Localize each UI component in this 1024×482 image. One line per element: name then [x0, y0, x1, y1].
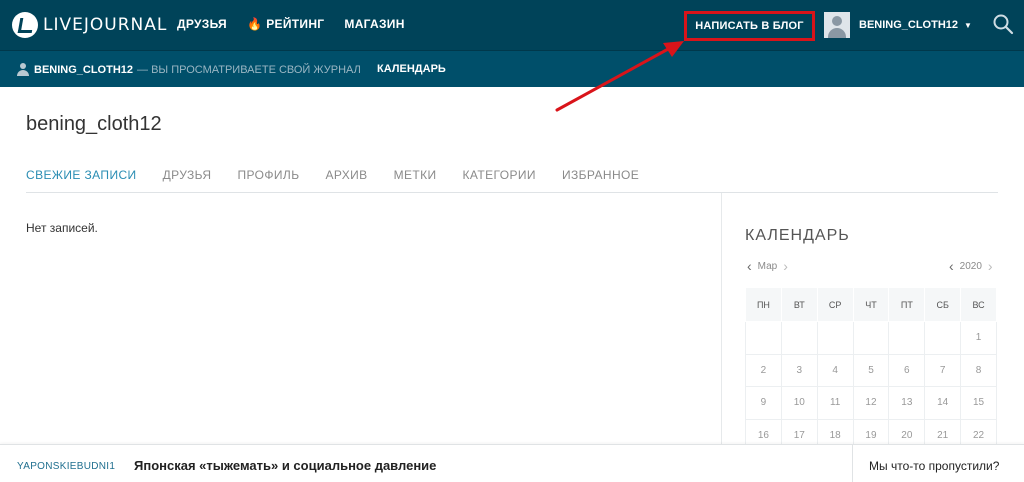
tab-friends[interactable]: ДРУЗЬЯ	[163, 168, 212, 182]
calendar-day: 1	[960, 321, 997, 355]
year-nav: ‹ 2020 ›	[946, 258, 996, 274]
calendar-day: 2	[745, 353, 782, 387]
chevron-left-icon[interactable]: ‹	[747, 258, 752, 274]
calendar-day: 6	[888, 353, 926, 387]
calendar-day: 4	[816, 353, 854, 387]
weekday: ЧТ	[852, 287, 890, 322]
calendar-day: 9	[745, 386, 782, 420]
calendar-day: 11	[816, 386, 854, 420]
chevron-right-icon[interactable]: ›	[988, 258, 993, 274]
weekday: ВС	[960, 287, 997, 322]
calendar-day	[888, 321, 926, 355]
calendar-day: 14	[924, 386, 962, 420]
tab-favorites[interactable]: ИЗБРАННОЕ	[562, 168, 639, 182]
calendar-day: 13	[888, 386, 926, 420]
calendar-day: 7	[924, 353, 962, 387]
calendar-month[interactable]: Мар	[758, 261, 778, 272]
calendar-title: КАЛЕНДАРЬ	[745, 227, 850, 244]
weekday: ПТ	[888, 287, 926, 322]
calendar-day	[852, 321, 890, 355]
tab-categories[interactable]: КАТЕГОРИИ	[463, 168, 536, 182]
weekday-row: ПН ВТ СР ЧТ ПТ СБ ВС	[745, 287, 997, 322]
tab-tags[interactable]: МЕТКИ	[394, 168, 437, 182]
calendar-day: 10	[780, 386, 818, 420]
week-row: 9 10 11 12 13 14 15	[745, 386, 997, 420]
tab-profile[interactable]: ПРОФИЛЬ	[237, 168, 299, 182]
calendar-day: 8	[960, 353, 997, 387]
missed-something-label: Мы что-то пропустили?	[869, 459, 1000, 473]
chevron-right-icon[interactable]: ›	[783, 258, 788, 274]
missed-something-panel[interactable]: Мы что-то пропустили?	[852, 445, 1024, 482]
journal-tabs: СВЕЖИЕ ЗАПИСИ ДРУЗЬЯ ПРОФИЛЬ АРХИВ МЕТКИ…	[26, 168, 639, 182]
sidebar-divider	[721, 193, 722, 453]
weekday: ВТ	[780, 287, 818, 322]
calendar-grid: ПН ВТ СР ЧТ ПТ СБ ВС 1 2 3 4 5 6 7 8 9 1…	[745, 287, 997, 452]
calendar-day	[816, 321, 854, 355]
journal-title: bening_cloth12	[26, 113, 162, 135]
tab-recent-posts[interactable]: СВЕЖИЕ ЗАПИСИ	[26, 168, 137, 182]
week-row: 2 3 4 5 6 7 8	[745, 353, 997, 387]
calendar-day: 12	[852, 386, 890, 420]
recommended-author[interactable]: YAPONSKIEBUDNI1	[17, 461, 115, 472]
calendar-day	[745, 321, 782, 355]
calendar-day: 15	[960, 386, 997, 420]
chevron-left-icon[interactable]: ‹	[949, 258, 954, 274]
calendar-day	[780, 321, 818, 355]
recommended-post-title[interactable]: Японская «тыжемать» и социальное давлени…	[134, 458, 436, 473]
week-row: 1	[745, 321, 997, 355]
weekday: СР	[816, 287, 854, 322]
tabs-divider	[26, 192, 998, 193]
bottom-recommendation-bar: YAPONSKIEBUDNI1 Японская «тыжемать» и со…	[0, 444, 1024, 482]
empty-posts-message: Нет записей.	[26, 221, 98, 235]
weekday: ПН	[745, 287, 782, 322]
calendar-day	[924, 321, 962, 355]
calendar-year[interactable]: 2020	[960, 261, 982, 272]
month-nav: ‹ Мар ›	[744, 258, 791, 274]
calendar-day: 5	[852, 353, 890, 387]
weekday: СБ	[924, 287, 962, 322]
tab-archive[interactable]: АРХИВ	[325, 168, 367, 182]
calendar-day: 3	[780, 353, 818, 387]
